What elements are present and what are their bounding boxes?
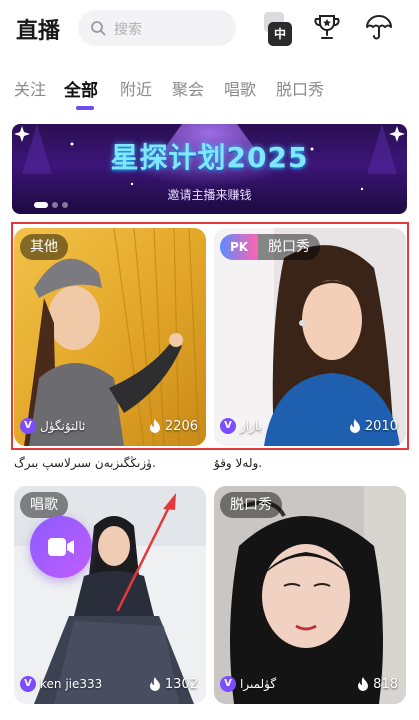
promo-banner[interactable]: 星探计划2025 邀请主播来赚钱 — [12, 124, 407, 214]
category-tabs: 关注 全部 附近 聚会 唱歌 脱口秀 — [14, 76, 414, 116]
flame-icon — [358, 677, 369, 691]
page-title: 直播 — [16, 19, 61, 44]
tab-party[interactable]: 聚会 — [172, 76, 204, 100]
banner-dot — [52, 202, 58, 208]
highlight-box — [11, 222, 409, 450]
banner-pagination — [34, 202, 74, 208]
viewer-count: 1302 — [149, 674, 198, 694]
stream-thumbnail — [214, 486, 406, 704]
trophy-icon[interactable] — [312, 12, 342, 42]
banner-title: 星探计划2025 — [110, 141, 309, 174]
verified-badge-icon: V — [220, 676, 236, 692]
umbrella-icon[interactable] — [364, 12, 394, 42]
search-placeholder: 搜索 — [114, 22, 142, 38]
streamer-name: ken jie333 — [40, 677, 103, 691]
live-card[interactable]: 唱歌 V ken jie333 1302 — [14, 486, 206, 704]
category-tag: 脱口秀 — [220, 492, 282, 518]
tab-following[interactable]: 关注 — [14, 76, 46, 100]
tab-nearby[interactable]: 附近 — [120, 76, 152, 100]
live-card[interactable]: 脱口秀 V گۈلمىرا 818 — [214, 486, 406, 704]
streamer-info: V ken jie333 — [20, 674, 102, 694]
tab-all[interactable]: 全部 — [64, 76, 98, 101]
search-bar[interactable]: 搜索 — [78, 10, 236, 46]
header: 直播 搜索 中 — [0, 0, 419, 60]
streamer-name: گۈلمىرا — [240, 677, 277, 691]
viewer-count-value: 1302 — [164, 676, 198, 692]
streamer-info: V گۈلمىرا — [220, 674, 276, 694]
verified-badge-icon: V — [20, 676, 36, 692]
video-call-button[interactable] — [30, 516, 92, 578]
flame-icon — [149, 677, 160, 691]
stream-thumbnail — [14, 486, 206, 704]
banner-dot-active — [34, 202, 48, 208]
banner-subtitle: 邀请主播来赚钱 — [167, 188, 252, 202]
language-badge[interactable]: 中 — [268, 22, 292, 46]
tab-talk-show[interactable]: 脱口秀 — [276, 76, 324, 100]
card-caption: ولەلا وقۇ. — [214, 456, 263, 470]
card-caption: ۈزىڭگىزبەن سىرلاسپ بىرگ. — [14, 456, 156, 470]
active-tab-indicator — [76, 106, 94, 110]
tab-singing[interactable]: 唱歌 — [224, 76, 256, 100]
video-camera-icon — [48, 538, 74, 556]
viewer-count: 818 — [357, 674, 398, 694]
search-icon — [91, 21, 106, 36]
category-tag: 唱歌 — [20, 492, 68, 518]
viewer-count-value: 818 — [373, 676, 398, 692]
banner-dot — [62, 202, 68, 208]
